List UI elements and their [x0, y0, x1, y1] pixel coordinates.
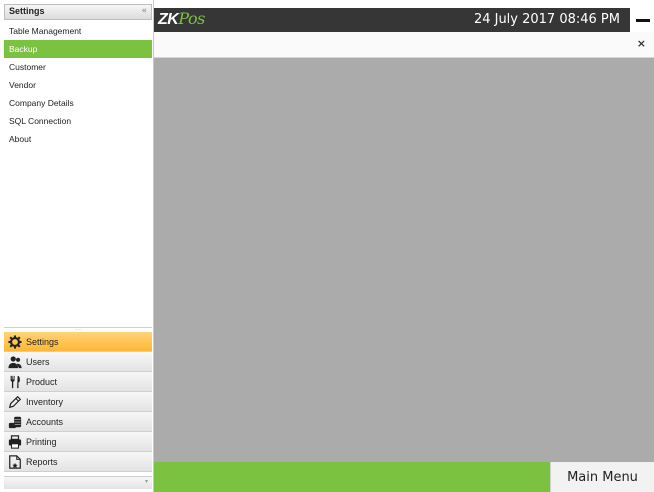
- minimize-button[interactable]: [628, 8, 654, 32]
- module-inventory[interactable]: Inventory: [4, 392, 152, 412]
- module-label: Accounts: [26, 416, 64, 427]
- module-accounts[interactable]: Accounts: [4, 412, 152, 432]
- main-menu-button[interactable]: Main Menu: [550, 462, 654, 492]
- menu-item-customer[interactable]: Customer: [4, 58, 152, 76]
- collapse-sidebar-icon[interactable]: «: [141, 6, 147, 16]
- module-printing[interactable]: Printing: [4, 432, 152, 452]
- printer-icon: [4, 432, 26, 452]
- logo-accent: Pos: [178, 9, 205, 28]
- settings-menu: Table Management Backup Customer Vendor …: [4, 22, 152, 148]
- fork-knife-icon: [4, 372, 26, 392]
- sidebar-header: Settings «: [4, 4, 152, 20]
- module-list: Settings Users Product Inventory Account…: [4, 332, 152, 472]
- pencil-ruler-icon: [4, 392, 26, 412]
- menu-item-vendor[interactable]: Vendor: [4, 76, 152, 94]
- module-reports[interactable]: Reports: [4, 452, 152, 472]
- report-icon: [4, 452, 26, 472]
- module-label: Inventory: [26, 396, 64, 407]
- module-label: Users: [26, 356, 50, 367]
- title-bar: ZKPos 24 July 2017 08:46 PM: [154, 8, 654, 32]
- module-label: Printing: [26, 436, 57, 447]
- users-icon: [4, 352, 26, 372]
- logo-main: ZK: [158, 11, 179, 28]
- date-time-display: 24 July 2017 08:46 PM: [473, 12, 620, 27]
- module-settings[interactable]: Settings: [4, 332, 152, 352]
- tab-strip: ×: [154, 32, 654, 58]
- gear-icon: [4, 332, 26, 352]
- menu-item-table-management[interactable]: Table Management: [4, 22, 152, 40]
- module-overflow-bar[interactable]: ▾: [4, 476, 152, 489]
- menu-item-sql-connection[interactable]: SQL Connection: [4, 112, 152, 130]
- module-label: Settings: [26, 336, 59, 347]
- module-product[interactable]: Product: [4, 372, 152, 392]
- content-area: [154, 58, 654, 462]
- module-label: Reports: [26, 456, 58, 467]
- bottom-bar: Main Menu: [154, 462, 654, 492]
- minimize-icon: [636, 19, 650, 22]
- menu-item-backup[interactable]: Backup: [4, 40, 152, 58]
- sidebar: Settings « Table Management Backup Custo…: [0, 0, 154, 492]
- module-label: Product: [26, 376, 58, 387]
- coins-icon: [4, 412, 26, 432]
- module-users[interactable]: Users: [4, 352, 152, 372]
- menu-item-company-details[interactable]: Company Details: [4, 94, 152, 112]
- menu-item-about[interactable]: About: [4, 130, 152, 148]
- app-logo: ZKPos: [158, 9, 205, 29]
- close-icon[interactable]: ×: [637, 37, 646, 50]
- sidebar-title: Settings: [9, 6, 45, 16]
